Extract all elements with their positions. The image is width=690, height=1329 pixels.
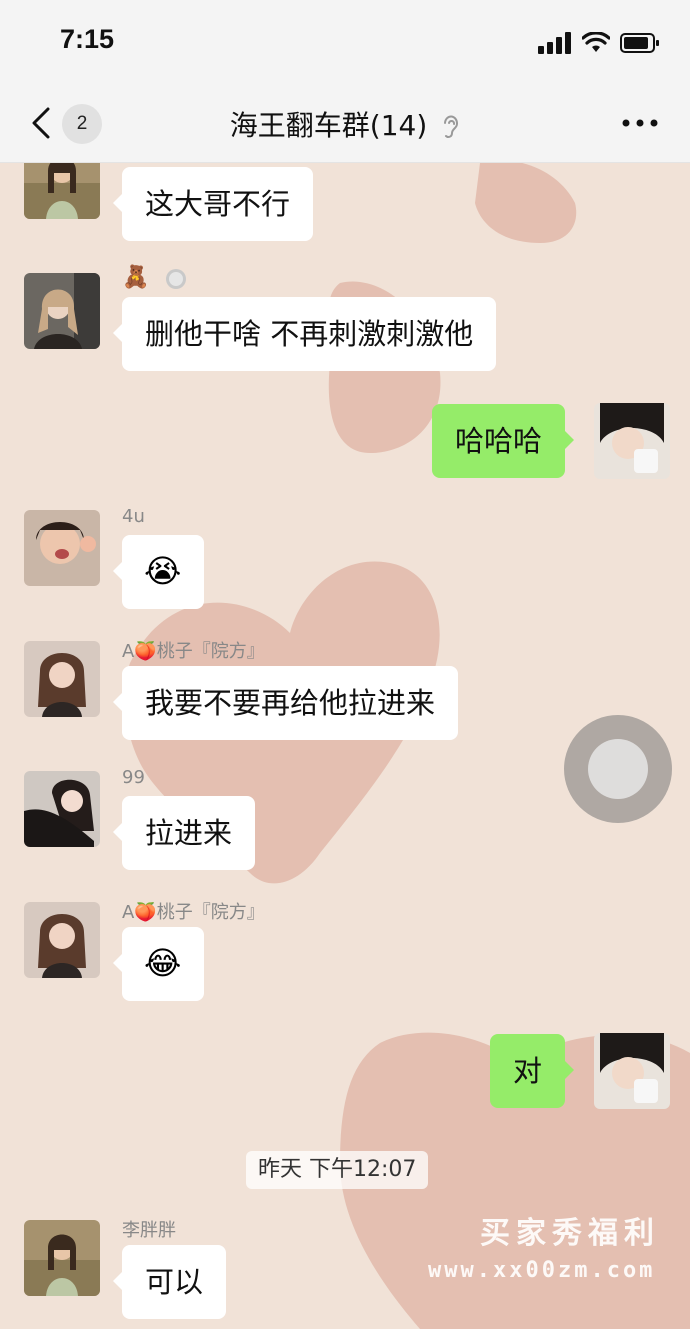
avatar[interactable] [24,641,100,717]
message-bubble[interactable]: 可以 [112,1245,227,1319]
sender-name: A🍑桃子『院方』 [122,641,265,662]
chat-title-wrap[interactable]: 海王翻车群(14) [0,104,690,144]
watermark-text: 买家秀福利 [480,1216,660,1251]
assistive-touch-inner [588,739,648,799]
message-bubble-mine[interactable]: 哈哈哈 [432,404,575,478]
status-icons [538,30,660,56]
chat-title: 海王翻车群(14) [229,109,428,142]
avatar[interactable] [24,902,100,978]
avatar[interactable] [24,771,100,847]
avatar[interactable] [24,510,100,586]
smiley-icon [166,269,186,289]
avatar[interactable] [24,273,100,349]
message-bubble[interactable]: 这大哥不行 [112,167,314,241]
chat-area[interactable]: 这大哥不行 🧸 删他干啥 不再刺激刺激他 哈哈哈 4u 😭 A🍑桃子『院方』 我… [0,163,690,1329]
message-bubble[interactable]: 删他干啥 不再刺激刺激他 [112,297,497,371]
message-bubble-mine[interactable]: 对 [490,1034,575,1108]
battery-icon [620,33,659,53]
signal-icon [538,32,571,54]
sender-name: 99 [122,767,145,788]
timestamp-divider: 昨天 下午12:07 [246,1151,429,1189]
watermark-url: www.xx00zm.com [428,1258,656,1283]
tears-of-joy-icon: 😂 [144,944,182,982]
teddy-bear-icon: 🧸 [122,265,150,290]
emoji-bubble[interactable]: 😭 [113,535,204,609]
sender-name: 李胖胖 [122,1220,176,1241]
emoji-bubble[interactable]: 😂 [113,927,204,1001]
ellipsis-icon[interactable] [622,119,658,127]
avatar[interactable] [24,1220,100,1296]
assistive-touch-button[interactable] [564,715,672,823]
crying-face-icon: 😭 [144,552,182,590]
wifi-icon [582,32,610,52]
avatar[interactable] [24,163,100,219]
ear-icon [444,115,459,138]
sender-name: 4u [122,506,145,527]
avatar-self[interactable] [594,403,670,479]
status-time: 7:15 [60,24,115,54]
status-bar: 7:15 [0,0,690,86]
message-bubble[interactable]: 拉进来 [112,796,256,870]
sender-name: A🍑桃子『院方』 [122,902,265,923]
chat-header: 2 海王翻车群(14) [0,86,690,163]
message-bubble[interactable]: 我要不要再给他拉进来 [112,666,459,740]
avatar-self[interactable] [594,1033,670,1109]
